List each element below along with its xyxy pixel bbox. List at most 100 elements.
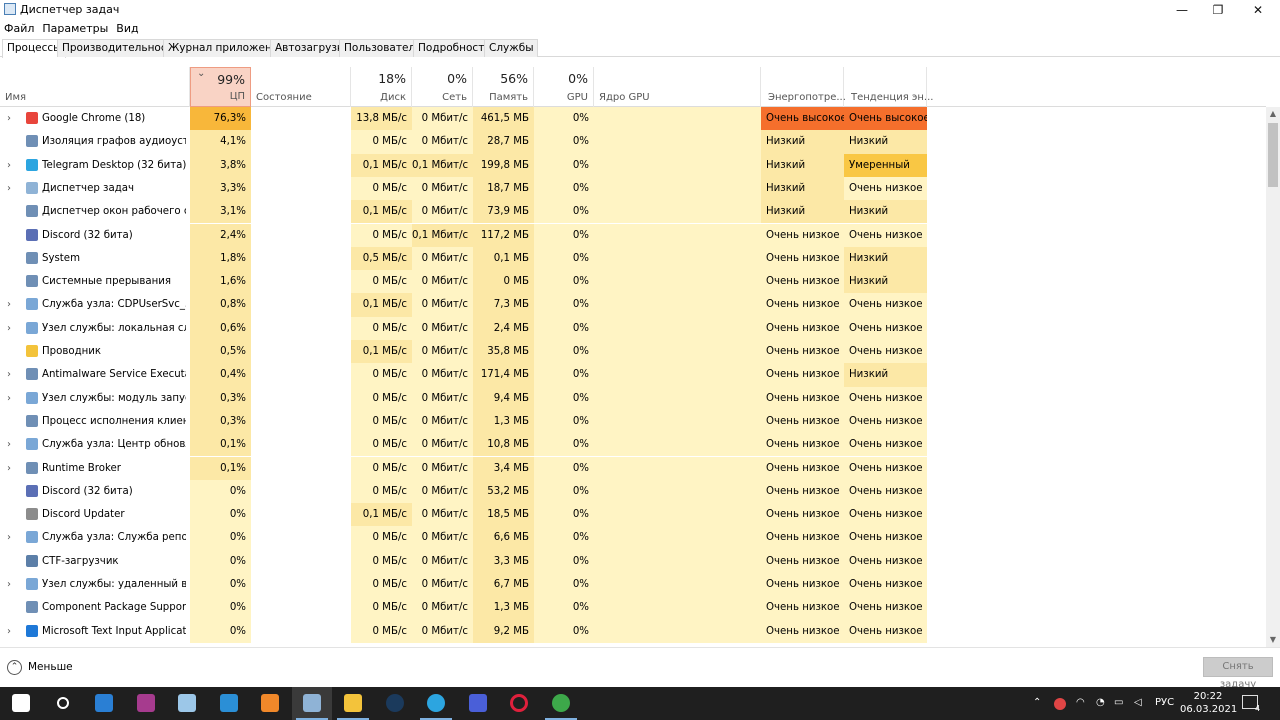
expand-chevron-icon[interactable]: › xyxy=(7,573,11,596)
expand-chevron-icon[interactable]: › xyxy=(7,457,11,480)
menu-view[interactable]: Вид xyxy=(112,20,142,37)
collapse-chevron-icon[interactable]: ⌃ xyxy=(7,660,22,675)
expand-chevron-icon[interactable]: › xyxy=(7,177,11,200)
column-gpu-engine[interactable]: Ядро GPU xyxy=(594,67,761,107)
taskbar-vscode-button[interactable] xyxy=(209,687,249,720)
taskbar-explorer-button[interactable] xyxy=(333,687,373,720)
expand-chevron-icon[interactable]: › xyxy=(7,526,11,549)
table-row[interactable]: › Служба узла: Служба репози... 0% 0 МБ/с0 … xyxy=(0,526,1266,550)
cell-gpu: 0% xyxy=(534,363,594,387)
table-row[interactable]: Изоляция графов аудиоустр... 4,1% 0 МБ/с0 … xyxy=(0,130,1266,154)
table-row[interactable]: › Узел службы: модуль запуска... 0,3% 0 МБ/… xyxy=(0,386,1266,410)
taskbar-search-button[interactable] xyxy=(43,687,83,720)
taskbar-winrar-button[interactable] xyxy=(126,687,166,720)
fewer-details-link[interactable]: Меньше xyxy=(28,661,73,673)
table-row[interactable]: › Служба узла: Центр обновле... 0,1% 0 МБ/с… xyxy=(0,433,1266,457)
table-row[interactable]: Процесс исполнения клиент... 0,3% 0 МБ/с0 … xyxy=(0,409,1266,434)
column-cpu[interactable]: ⌄ 99% ЦП xyxy=(190,67,251,107)
volume-icon[interactable]: ◁ xyxy=(1134,697,1142,708)
process-name: Проводник xyxy=(42,346,102,357)
table-row[interactable]: System 1,8% 0,5 МБ/с 0 Мбит/с 0,1 МБ 0% Очень … xyxy=(0,246,1266,271)
cell-power: Очень низкое xyxy=(761,340,844,364)
cell-mem: 117,2 МБ xyxy=(473,223,534,247)
service-icon xyxy=(26,578,38,590)
expand-chevron-icon[interactable]: › xyxy=(7,620,11,643)
column-gpu[interactable]: 0% GPU xyxy=(534,67,594,107)
column-status[interactable]: Состояние xyxy=(251,67,351,107)
cell-net: 0,1 Мбит/с xyxy=(412,153,473,177)
telegram-icon xyxy=(427,694,445,712)
table-row[interactable]: Discord (32 бита) 2,4% 0 МБ/с 0,1 Мбит/с 117… xyxy=(0,223,1266,247)
table-row[interactable]: › Microsoft Text Input Application 0% 0 МБ/… xyxy=(0,619,1266,643)
end-task-button[interactable]: Снять задачу xyxy=(1203,657,1273,690)
process-name: Изоляция графов аудиоустр... xyxy=(42,136,186,148)
table-row[interactable]: › Telegram Desktop (32 бита) 3,8% 0,1 МБ/с 0… xyxy=(0,153,1266,177)
table-row[interactable]: Discord Updater 0% 0,1 МБ/с 0 Мбит/с 18,5 МБ… xyxy=(0,503,1266,527)
taskbar-sublime-button[interactable] xyxy=(250,687,290,720)
scrollbar-thumb[interactable] xyxy=(1268,123,1278,187)
menu-options[interactable]: Параметры xyxy=(38,20,112,37)
cell-status xyxy=(251,130,351,154)
column-power[interactable]: Энергопотре... xyxy=(761,67,846,107)
table-row[interactable]: › Узел службы: удаленный выз... 0% 0 МБ/с0 … xyxy=(0,573,1266,597)
menu-file[interactable]: Файл xyxy=(0,20,38,37)
table-row[interactable]: › Служба узла: CDPUserSvc_307... 0,8% 0,1 М… xyxy=(0,293,1266,317)
cell-gpu: 0% xyxy=(534,153,594,177)
table-row[interactable]: Проводник 0,5% 0,1 МБ/с 0 Мбит/с 35,8 МБ 0% Оч… xyxy=(0,340,1266,364)
app-icon xyxy=(26,368,38,381)
table-row[interactable]: › Antimalware Service Executable 0,4% 0 МБ/… xyxy=(0,363,1266,387)
cell-cpu: 76,3% xyxy=(190,107,251,131)
taskbar-opera-button[interactable] xyxy=(499,687,539,720)
taskbar-chrome-button[interactable] xyxy=(541,687,581,720)
column-name[interactable]: Имя xyxy=(0,67,190,107)
expand-chevron-icon[interactable]: › xyxy=(7,433,11,456)
column-power-trend[interactable]: Тенденция эн... xyxy=(844,67,933,107)
cell-power: Низкий xyxy=(761,200,844,224)
vertical-scrollbar[interactable]: ▲ ▼ xyxy=(1266,107,1280,647)
table-row[interactable]: Discord (32 бита) 0% 0 МБ/с 0 Мбит/с 53,2 МБ… xyxy=(0,479,1266,504)
table-row[interactable]: › Диспетчер задач 3,3% 0 МБ/с 0 Мбит/с 18,7 М… xyxy=(0,176,1266,201)
tray-overflow-icon[interactable]: ⌃ xyxy=(1033,697,1041,708)
taskbar-mail-button[interactable] xyxy=(84,687,124,720)
wifi-icon[interactable]: ◔ xyxy=(1096,697,1105,708)
scroll-up-icon[interactable]: ▲ xyxy=(1266,107,1280,121)
scroll-down-icon[interactable]: ▼ xyxy=(1266,633,1280,647)
language-indicator[interactable]: РУС xyxy=(1155,697,1174,708)
close-button[interactable]: ✕ xyxy=(1240,0,1276,20)
expand-chevron-icon[interactable]: › xyxy=(7,107,11,130)
tray-app-icon[interactable] xyxy=(1054,698,1066,710)
taskbar-steam-button[interactable] xyxy=(375,687,415,720)
table-row[interactable]: › Google Chrome (18) 76,3% 13,8 МБ/с 0 Мбит/… xyxy=(0,107,1266,131)
taskbar-telegram-button[interactable] xyxy=(416,687,456,720)
headphones-icon[interactable]: ◠ xyxy=(1076,697,1085,708)
cell-mem: 1,3 МБ xyxy=(473,596,534,620)
expand-chevron-icon[interactable]: › xyxy=(7,363,11,386)
column-disk[interactable]: 18% Диск xyxy=(351,67,412,107)
cell-disk: 0 МБ/с xyxy=(351,549,412,573)
tab-services[interactable]: Службы xyxy=(484,39,539,57)
column-network[interactable]: 0% Сеть xyxy=(412,67,473,107)
table-row[interactable]: Component Package Support S... 0% 0 МБ/с0 … xyxy=(0,596,1266,620)
battery-icon[interactable]: ▭ xyxy=(1114,697,1123,708)
minimize-button[interactable]: — xyxy=(1164,0,1200,20)
winrar-icon xyxy=(136,694,155,712)
clock[interactable]: 20:22 06.03.2021 xyxy=(1180,690,1237,716)
maximize-button[interactable]: ❐ xyxy=(1200,0,1236,20)
cell-disk: 0 МБ/с xyxy=(351,409,412,434)
table-row[interactable]: › Узел службы: локальная слу... 0,6% 0 МБ/с… xyxy=(0,316,1266,340)
cell-power: Очень низкое xyxy=(761,409,844,434)
expand-chevron-icon[interactable]: › xyxy=(7,154,11,177)
table-row[interactable]: Диспетчер окон рабочего ст... 3,1% 0,1 МБ/… xyxy=(0,200,1266,224)
expand-chevron-icon[interactable]: › xyxy=(7,293,11,316)
expand-chevron-icon[interactable]: › xyxy=(7,317,11,340)
column-memory[interactable]: 56% Память xyxy=(473,67,534,107)
taskbar-taskmgr-button[interactable] xyxy=(291,687,332,720)
table-row[interactable]: Системные прерывания 1,6% 0 МБ/с 0 Мбит/с 0 … xyxy=(0,270,1266,294)
cell-gpu_engine xyxy=(594,270,761,294)
expand-chevron-icon[interactable]: › xyxy=(7,387,11,410)
taskbar-start-button[interactable] xyxy=(1,687,41,720)
table-row[interactable]: › Runtime Broker 0,1% 0 МБ/с 0 Мбит/с 3,4 МБ 0… xyxy=(0,456,1266,480)
table-row[interactable]: CTF-загрузчик 0% 0 МБ/с 0 Мбит/с 3,3 МБ 0% Оче… xyxy=(0,549,1266,573)
taskbar-notepad-button[interactable] xyxy=(167,687,207,720)
taskbar-discord-button[interactable] xyxy=(458,687,498,720)
